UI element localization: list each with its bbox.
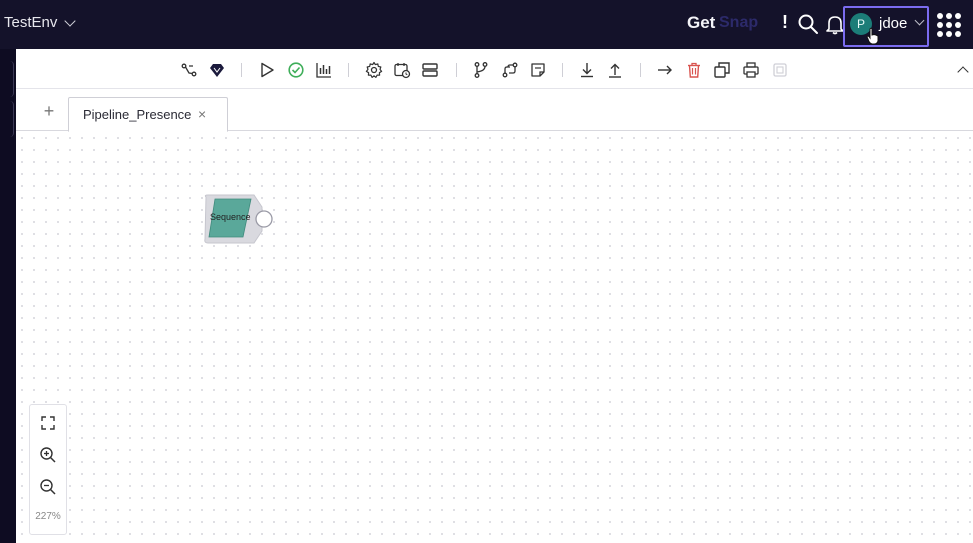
layers-icon[interactable] xyxy=(421,61,439,79)
environment-name: TestEnv xyxy=(4,14,58,31)
chevron-down-icon xyxy=(64,14,77,27)
trash-icon[interactable] xyxy=(685,61,703,79)
arrow-right-icon[interactable] xyxy=(656,61,674,79)
pipeline-canvas[interactable] xyxy=(16,132,973,543)
cursor-hand-icon xyxy=(866,27,879,45)
close-tab-icon[interactable]: × xyxy=(198,106,206,122)
play-icon[interactable] xyxy=(258,61,276,79)
gem-icon[interactable] xyxy=(208,61,226,79)
download-icon[interactable] xyxy=(578,61,596,79)
fit-to-screen-icon[interactable] xyxy=(39,414,57,432)
app-launcher-icon[interactable] xyxy=(937,13,961,37)
connect-icon[interactable] xyxy=(180,61,198,79)
copy-icon[interactable] xyxy=(713,61,731,79)
alert-button[interactable]: ! xyxy=(780,12,790,33)
print-icon[interactable] xyxy=(742,61,760,79)
side-panel-handle[interactable] xyxy=(0,101,14,137)
zoom-level: 227% xyxy=(35,511,61,522)
snap-label: Snap xyxy=(719,14,759,31)
branch-icon[interactable] xyxy=(472,61,490,79)
zoom-in-icon[interactable] xyxy=(39,446,57,464)
note-icon[interactable] xyxy=(529,61,547,79)
get-label: Get xyxy=(687,13,716,32)
environment-selector[interactable]: TestEnv xyxy=(4,14,77,31)
snap-label: Sequence xyxy=(210,212,251,222)
zoom-out-icon[interactable] xyxy=(39,478,57,496)
upload-icon[interactable] xyxy=(606,61,624,79)
schedule-icon[interactable] xyxy=(393,61,411,79)
designer-toolbar xyxy=(16,52,973,89)
add-tab-button[interactable]: + xyxy=(41,102,57,120)
chart-icon[interactable] xyxy=(315,61,333,79)
top-navigation-bar: TestEnv Get Snap ! P jdoe xyxy=(0,0,973,49)
tab-label[interactable]: Pipeline_Presence xyxy=(83,107,191,122)
side-panel-handle[interactable] xyxy=(0,61,14,97)
export-icon xyxy=(773,63,787,77)
side-panel-edge xyxy=(0,49,16,543)
check-circle-icon[interactable] xyxy=(287,61,305,79)
gear-icon[interactable] xyxy=(365,61,383,79)
path-icon[interactable] xyxy=(501,61,519,79)
username[interactable]: jdoe xyxy=(879,15,907,32)
search-icon[interactable] xyxy=(797,13,819,35)
